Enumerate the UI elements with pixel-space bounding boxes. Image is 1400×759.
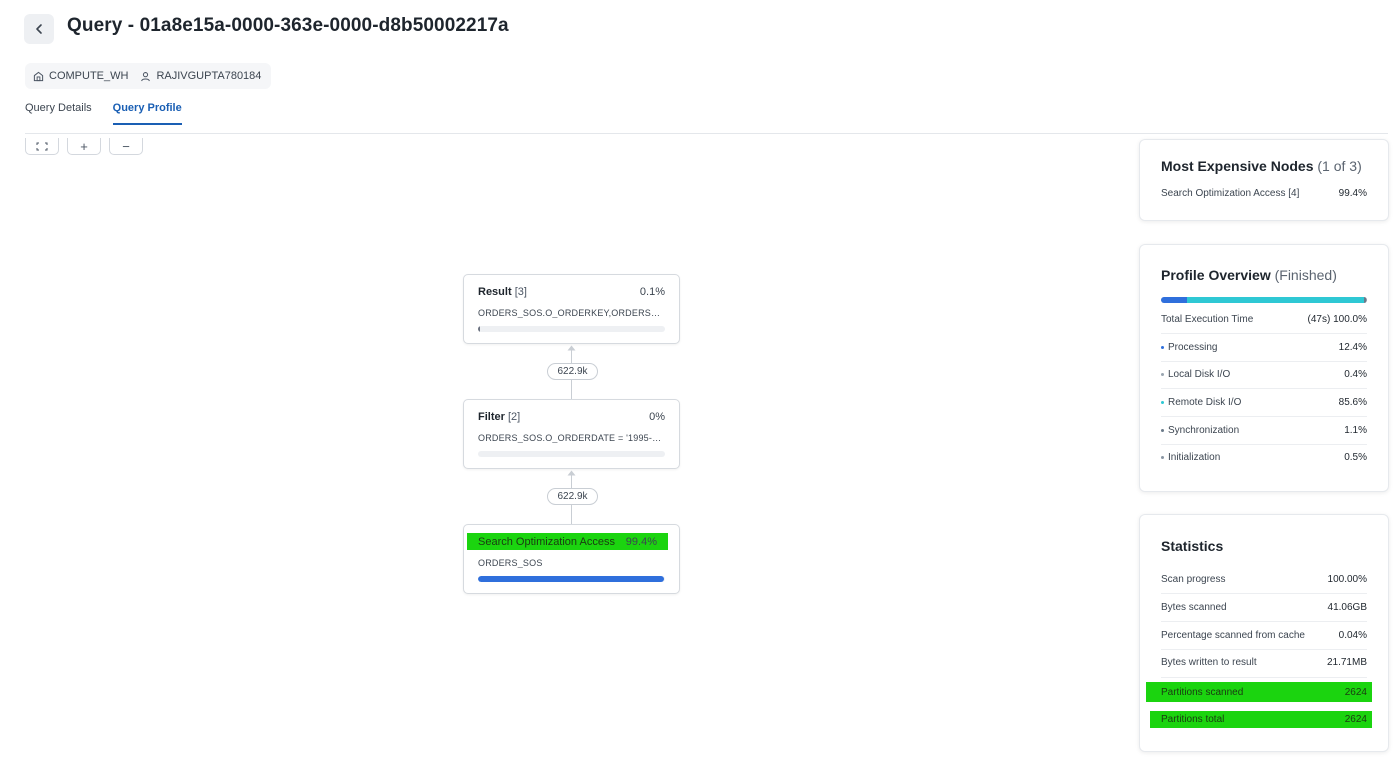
operator-node-search-optimization-access[interactable]: Search Optimization Access 99.4% ORDERS_…: [463, 524, 680, 594]
edge-row-count[interactable]: 622.9k: [547, 363, 598, 380]
bullet-icon: [1161, 400, 1164, 404]
node-cost-fill: [478, 576, 664, 582]
node-cost-bar: [478, 326, 665, 332]
operator-node-filter[interactable]: Filter [2] 0% ORDERS_SOS.O_ORDERDATE = '…: [463, 399, 680, 469]
stat-value: 21.71MB: [1326, 657, 1367, 668]
node-detail: ORDERS_SOS: [478, 558, 543, 568]
node-cost-bar: [478, 576, 665, 582]
node-percentage: 99.4%: [625, 535, 657, 548]
stat-label: Percentage scanned from cache: [1161, 630, 1305, 641]
stat-value: 2624: [1344, 686, 1367, 698]
most-expensive-nodes-panel: Most Expensive Nodes (1 of 3) Search Opt…: [1139, 139, 1389, 221]
node-index: [2]: [507, 411, 521, 423]
execution-segment-remote-disk: [1187, 297, 1364, 303]
overview-label: Initialization: [1168, 452, 1221, 463]
stat-value: 2624: [1344, 714, 1367, 725]
overview-value: 1.1%: [1344, 425, 1367, 436]
node-cost-bar: [478, 451, 665, 457]
execution-segment-processing: [1161, 297, 1187, 303]
overview-label: Local Disk I/O: [1168, 369, 1231, 380]
panel-title: Profile Overview: [1161, 267, 1271, 283]
bullet-icon: [1161, 455, 1164, 459]
expensive-node-row[interactable]: Search Optimization Access [4] 99.4%: [1161, 188, 1367, 199]
total-execution-row: Total Execution Time (47s) 100.0%: [1161, 314, 1367, 325]
overview-row-processing[interactable]: Processing 12.4%: [1161, 342, 1367, 353]
stat-row-bytes-scanned: Bytes scanned 41.06GB: [1161, 602, 1367, 613]
overview-value: 0.4%: [1344, 369, 1367, 380]
overview-row-initialization[interactable]: Initialization 0.5%: [1161, 452, 1367, 463]
overview-row-remote-disk-io[interactable]: Remote Disk I/O 85.6%: [1161, 397, 1367, 408]
node-detail: ORDERS_SOS.O_ORDERDATE = '1995-0...: [478, 433, 665, 443]
stat-value: 0.04%: [1338, 630, 1367, 641]
node-index: [3]: [514, 286, 527, 298]
node-cost-fill: [478, 326, 480, 332]
total-execution-label: Total Execution Time: [1161, 314, 1254, 325]
stat-label: Bytes written to result: [1161, 657, 1257, 668]
total-execution-pct: 100.0%: [1333, 314, 1367, 325]
node-count: (1 of 3): [1317, 158, 1362, 174]
row-divider: [1161, 416, 1367, 417]
stat-label: Scan progress: [1161, 574, 1226, 585]
overview-row-local-disk-io[interactable]: Local Disk I/O 0.4%: [1161, 369, 1367, 380]
operator-node-result[interactable]: Result [3] 0.1% ORDERS_SOS.O_ORDERKEY,OR…: [463, 274, 680, 344]
bullet-icon: [1161, 428, 1164, 432]
row-divider: [1161, 444, 1367, 445]
expensive-node-label: Search Optimization Access [4]: [1161, 188, 1300, 199]
overview-value: 85.6%: [1338, 397, 1367, 408]
profile-overview-panel: Profile Overview (Finished) Total Execut…: [1139, 244, 1389, 492]
row-divider: [1161, 621, 1367, 622]
row-divider: [1161, 593, 1367, 594]
node-name: Result: [478, 286, 512, 298]
stat-row-partitions-scanned: Partitions scanned 2624: [1146, 682, 1372, 702]
stat-value: 100.00%: [1327, 574, 1367, 585]
row-divider: [1161, 649, 1367, 650]
bullet-icon: [1161, 372, 1164, 376]
row-divider: [1161, 677, 1367, 678]
total-execution-time: (47s): [1307, 314, 1331, 325]
bullet-icon: [1161, 345, 1164, 349]
overview-label: Processing: [1168, 342, 1218, 353]
overview-label: Synchronization: [1168, 425, 1240, 436]
stat-row-bytes-written-to-result: Bytes written to result 21.71MB: [1161, 657, 1367, 668]
panel-title: Most Expensive Nodes: [1161, 158, 1314, 174]
stat-label: Partitions total: [1161, 714, 1225, 725]
node-percentage: 0%: [649, 411, 665, 423]
execution-segment-initialization: [1365, 297, 1367, 303]
overview-label: Remote Disk I/O: [1168, 397, 1242, 408]
stat-value: 41.06GB: [1327, 602, 1367, 613]
row-divider: [1161, 333, 1367, 334]
statistics-panel: Statistics Scan progress 100.00% Bytes s…: [1139, 514, 1389, 752]
node-name: Search Optimization Access: [478, 535, 615, 548]
overview-value: 0.5%: [1344, 452, 1367, 463]
node-percentage: 0.1%: [639, 286, 665, 298]
node-detail: ORDERS_SOS.O_ORDERKEY,ORDERS_S...: [478, 308, 665, 318]
execution-time-bar: [1161, 297, 1367, 303]
overview-value: 12.4%: [1338, 342, 1367, 353]
row-divider: [1161, 361, 1367, 362]
expensive-node-value: 99.4%: [1338, 188, 1367, 199]
edge-row-count[interactable]: 622.9k: [547, 488, 598, 505]
panel-title: Statistics: [1161, 538, 1224, 554]
stat-label: Bytes scanned: [1161, 602, 1227, 613]
row-divider: [1161, 388, 1367, 389]
query-profile-graph: Result [3] 0.1% ORDERS_SOS.O_ORDERKEY,OR…: [0, 0, 1130, 759]
stat-row-partitions-total: Partitions total 2624: [1150, 711, 1372, 728]
stat-row-percentage-scanned-from-cache: Percentage scanned from cache 0.04%: [1161, 630, 1367, 641]
overview-row-synchronization[interactable]: Synchronization 1.1%: [1161, 425, 1367, 436]
stat-row-scan-progress: Scan progress 100.00%: [1161, 574, 1367, 585]
profile-status: (Finished): [1274, 267, 1337, 283]
stat-label: Partitions scanned: [1161, 686, 1244, 698]
node-name: Filter: [478, 411, 505, 423]
